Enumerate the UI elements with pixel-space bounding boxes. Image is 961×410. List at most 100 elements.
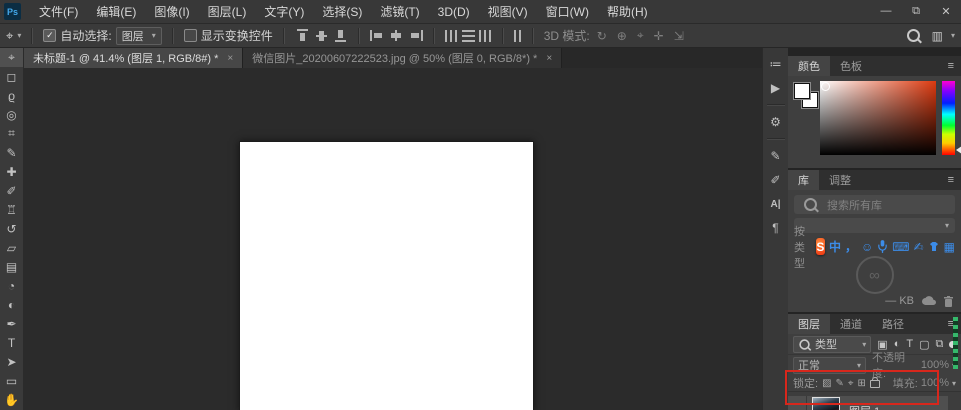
3d-scale-icon[interactable]: ⇲ — [671, 29, 687, 43]
menu-filter[interactable]: 滤镜(T) — [371, 3, 428, 20]
document-tab-weixin-image[interactable]: 微信图片_20200607222523.jpg @ 50% (图层 0, RGB… — [243, 48, 562, 68]
sync-cloud-icon[interactable] — [922, 296, 936, 306]
ime-emoji-icon[interactable]: ☺ — [861, 240, 873, 254]
distribute-widths-icon[interactable] — [514, 30, 522, 42]
align-left-icon[interactable] — [370, 29, 385, 42]
tab-color[interactable]: 颜色 — [788, 56, 830, 76]
document-canvas[interactable] — [239, 141, 534, 410]
healing-brush-tool[interactable]: ✚ — [0, 162, 23, 181]
path-selection-tool[interactable]: ➤ — [0, 352, 23, 371]
close-tab-icon[interactable]: × — [227, 53, 233, 64]
gradient-tool[interactable]: ▤ — [0, 257, 23, 276]
distribute-spacing-icon[interactable] — [479, 30, 492, 42]
ime-handwriting-icon[interactable]: ✍ — [914, 240, 924, 254]
tab-paths[interactable]: 路径 — [872, 314, 914, 334]
menu-select[interactable]: 选择(S) — [313, 3, 371, 20]
3d-roll-icon[interactable]: ⊕ — [614, 29, 630, 43]
brush-tool[interactable]: ✐ — [0, 181, 23, 200]
align-bottom-icon[interactable] — [333, 29, 348, 42]
dodge-tool[interactable]: ◐ — [0, 295, 23, 314]
align-vcenter-icon[interactable] — [314, 29, 329, 42]
panel-menu-icon[interactable]: ≡ — [941, 170, 961, 190]
paragraph-panel-icon[interactable]: ¶ — [763, 216, 788, 240]
menu-window[interactable]: 窗口(W) — [537, 3, 598, 20]
move-tool[interactable]: ⌖ — [0, 48, 23, 67]
align-top-icon[interactable] — [295, 29, 310, 42]
tab-adjustments[interactable]: 调整 — [819, 170, 861, 190]
ime-punctuation-icon[interactable]: ， — [845, 238, 857, 255]
menu-3d[interactable]: 3D(D) — [429, 5, 479, 19]
blur-tool[interactable]: ◔ — [0, 276, 23, 295]
menu-view[interactable]: 视图(V) — [479, 3, 537, 20]
align-right-icon[interactable] — [408, 29, 423, 42]
ime-keyboard-icon[interactable]: ⌨ — [892, 240, 909, 254]
sort-by-type-label[interactable]: 按类型 — [794, 223, 812, 271]
foreground-color-swatch[interactable] — [794, 83, 810, 99]
tools-panel: ⌖ ◻ ϱ ◎ ⌗ ✎ ✚ ✐ ♖ ↺ ▱ ▤ ◔ ◐ ✒ T ➤ ▭ ✋ — [0, 48, 24, 410]
device-preview-panel-icon[interactable]: ⚙ — [763, 110, 788, 134]
close-button[interactable]: ✕ — [931, 5, 961, 18]
tool-preset-chevron-icon[interactable]: ▾ — [17, 31, 21, 40]
hand-tool[interactable]: ✋ — [0, 390, 23, 409]
auto-select-dropdown[interactable]: 图层 ▾ — [116, 27, 162, 45]
delete-trash-icon[interactable] — [944, 296, 953, 307]
tab-libraries[interactable]: 库 — [788, 170, 819, 190]
auto-select-checkbox[interactable]: ✓ — [43, 29, 56, 42]
align-hcenter-icon[interactable] — [389, 29, 404, 42]
eyedropper-tool[interactable]: ✎ — [0, 143, 23, 162]
color-picker-marker[interactable] — [821, 82, 830, 91]
distribute-horizontal-icon[interactable] — [445, 30, 458, 42]
pen-tool[interactable]: ✒ — [0, 314, 23, 333]
marquee-tool[interactable]: ◻ — [0, 67, 23, 86]
menu-layer[interactable]: 图层(L) — [199, 3, 256, 20]
ime-toolbox-grid-icon[interactable]: ▦ — [944, 240, 955, 254]
saturation-brightness-picker[interactable] — [820, 81, 936, 155]
workspace-chevron-icon[interactable]: ▾ — [951, 31, 955, 40]
tab-channels[interactable]: 通道 — [830, 314, 872, 334]
menu-edit[interactable]: 编辑(E) — [87, 3, 145, 20]
library-search-input[interactable]: 搜索所有库 — [794, 195, 955, 214]
close-tab-icon[interactable]: × — [546, 53, 552, 64]
panel-scrollbar[interactable] — [953, 317, 958, 369]
character-panel-icon[interactable]: A| — [763, 192, 788, 216]
hue-slider-handle[interactable] — [956, 146, 961, 154]
minimize-button[interactable]: — — [871, 5, 901, 18]
search-icon — [799, 339, 809, 349]
workspace-switcher-icon[interactable]: ▥ — [932, 29, 943, 43]
3d-rotate-icon[interactable]: ↻ — [594, 29, 610, 43]
ime-microphone-icon[interactable] — [877, 240, 888, 253]
menu-file[interactable]: 文件(F) — [30, 3, 87, 20]
menu-image[interactable]: 图像(I) — [145, 3, 198, 20]
eraser-tool[interactable]: ▱ — [0, 238, 23, 257]
actions-panel-icon[interactable]: ▶ — [763, 76, 788, 100]
canvas-area[interactable] — [24, 68, 762, 410]
brush-settings-panel-icon[interactable]: ✎ — [763, 144, 788, 168]
hue-slider[interactable] — [942, 81, 955, 155]
document-tab-untitled[interactable]: 未标题-1 @ 41.4% (图层 1, RGB/8#) * × — [24, 48, 243, 68]
library-select-dropdown[interactable]: ▾ — [794, 218, 955, 233]
sogou-ime-logo-icon[interactable]: S — [816, 238, 825, 255]
search-icon[interactable] — [907, 29, 920, 42]
menu-help[interactable]: 帮助(H) — [598, 3, 657, 20]
crop-tool[interactable]: ⌗ — [0, 124, 23, 143]
distribute-vertical-icon[interactable] — [462, 30, 475, 42]
panel-menu-icon[interactable]: ≡ — [941, 56, 961, 76]
tab-swatches[interactable]: 色板 — [830, 56, 872, 76]
quick-selection-tool[interactable]: ◎ — [0, 105, 23, 124]
menu-type[interactable]: 文字(Y) — [255, 3, 313, 20]
layer-filter-type-dropdown[interactable]: 类型 ▾ — [793, 336, 871, 353]
tab-layers[interactable]: 图层 — [788, 314, 830, 334]
history-brush-tool[interactable]: ↺ — [0, 219, 23, 238]
3d-drag-icon[interactable]: ⌖ — [634, 28, 647, 43]
3d-slide-icon[interactable]: ✛ — [651, 29, 667, 43]
show-transform-checkbox[interactable] — [184, 29, 197, 42]
lasso-tool[interactable]: ϱ — [0, 86, 23, 105]
ime-skin-icon[interactable] — [928, 241, 940, 252]
type-tool[interactable]: T — [0, 333, 23, 352]
restore-button[interactable]: ⧉ — [901, 5, 931, 18]
clone-stamp-tool[interactable]: ♖ — [0, 200, 23, 219]
ime-language-toggle[interactable]: 中 — [829, 238, 841, 255]
properties-panel-icon[interactable]: ≔ — [763, 52, 788, 76]
rectangle-tool[interactable]: ▭ — [0, 371, 23, 390]
brush-presets-panel-icon[interactable]: ✐ — [763, 168, 788, 192]
